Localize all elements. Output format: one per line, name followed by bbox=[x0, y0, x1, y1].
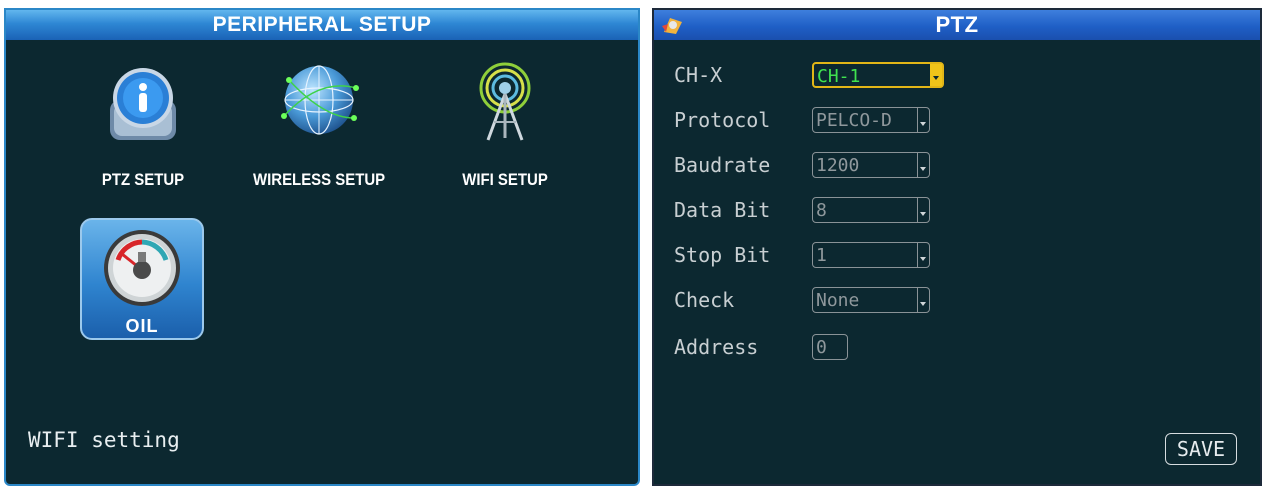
stop-bit-select[interactable]: 1 bbox=[812, 242, 930, 268]
address-value: 0 bbox=[816, 337, 827, 358]
oil-label: OIL bbox=[125, 316, 159, 336]
fuel-gauge-icon bbox=[82, 220, 202, 312]
address-input[interactable]: 0 bbox=[812, 334, 848, 360]
chevron-down-icon bbox=[917, 153, 929, 177]
protocol-label: Protocol bbox=[674, 108, 771, 132]
chevron-down-icon bbox=[917, 288, 929, 312]
status-text: WIFI setting bbox=[28, 428, 180, 452]
stop-bit-value: 1 bbox=[816, 245, 827, 266]
ch-x-label: CH-X bbox=[674, 63, 723, 87]
chevron-down-icon bbox=[917, 198, 929, 222]
check-select[interactable]: None bbox=[812, 287, 930, 313]
wifi-setup-label: WIFI SETUP bbox=[462, 170, 548, 189]
protocol-select[interactable]: PELCO-D bbox=[812, 107, 930, 133]
chevron-down-icon bbox=[917, 108, 929, 132]
address-label: Address bbox=[674, 335, 759, 359]
data-bit-select[interactable]: 8 bbox=[812, 197, 930, 223]
ptz-icon bbox=[68, 58, 218, 148]
peripheral-setup-panel: PERIPHERAL SETUP PTZ SETUP WIRELESS SETU… bbox=[4, 8, 640, 486]
protocol-value: PELCO-D bbox=[816, 110, 892, 131]
oil-tile[interactable]: OIL bbox=[80, 218, 204, 340]
check-label: Check bbox=[674, 288, 735, 312]
antenna-icon bbox=[430, 58, 580, 148]
ch-x-select[interactable]: CH-1 bbox=[812, 62, 944, 88]
ptz-panel: PTZ CH-X CH-1 Protocol PELCO-D Baudrate … bbox=[652, 8, 1262, 486]
globe-icon bbox=[244, 58, 394, 148]
stop-bit-label: Stop Bit bbox=[674, 243, 771, 267]
save-button[interactable]: SAVE bbox=[1165, 433, 1237, 465]
baudrate-value: 1200 bbox=[816, 155, 860, 176]
data-bit-label: Data Bit bbox=[674, 198, 771, 222]
app-logo-icon bbox=[660, 14, 686, 36]
chevron-down-icon bbox=[930, 64, 942, 86]
ch-x-value: CH-1 bbox=[817, 66, 861, 87]
baudrate-select[interactable]: 1200 bbox=[812, 152, 930, 178]
data-bit-value: 8 bbox=[816, 200, 827, 221]
ptz-setup-label: PTZ SETUP bbox=[101, 170, 185, 189]
chevron-down-icon bbox=[917, 243, 929, 267]
peripheral-setup-title: PERIPHERAL SETUP bbox=[6, 10, 638, 40]
check-value: None bbox=[816, 290, 860, 311]
baudrate-label: Baudrate bbox=[674, 153, 771, 177]
wireless-setup-label: WIRELESS SETUP bbox=[253, 170, 386, 189]
ptz-title: PTZ bbox=[654, 10, 1260, 40]
